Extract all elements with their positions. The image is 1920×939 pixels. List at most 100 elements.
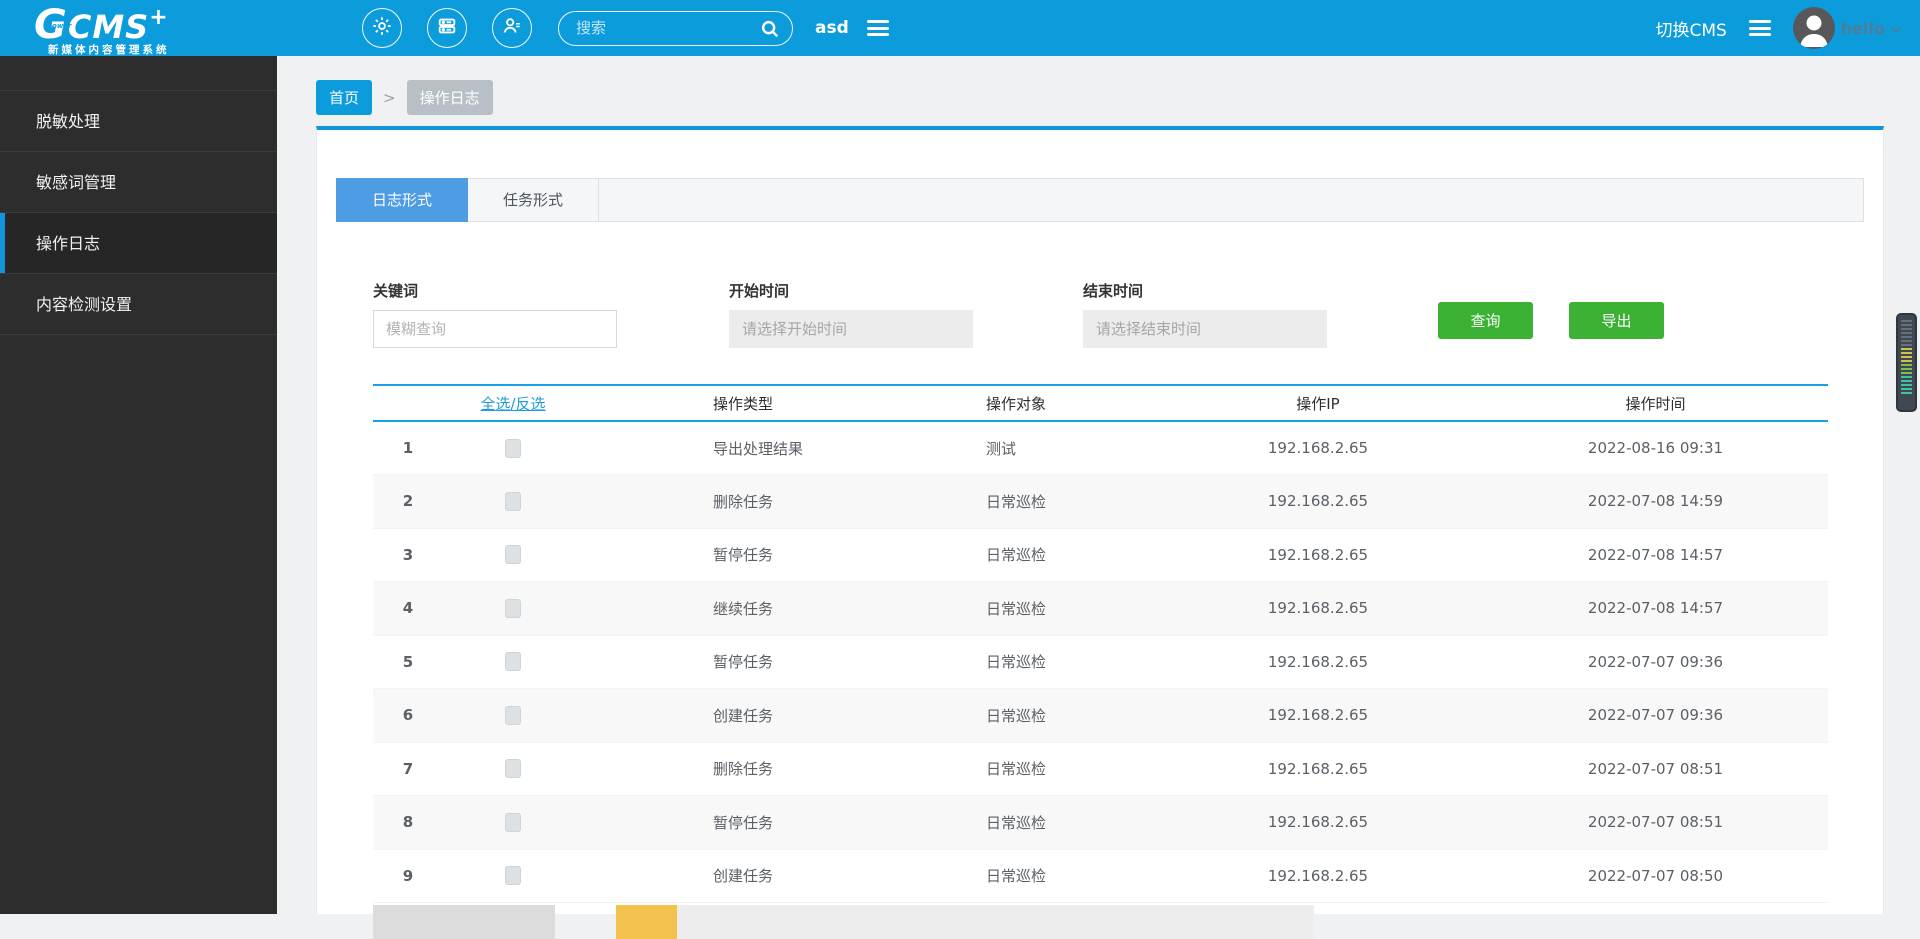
cell-operation-object: 测试: [863, 421, 1153, 475]
filter-end-time: 结束时间: [1083, 280, 1327, 348]
row-index: 1: [373, 421, 443, 475]
cell-operation-object: 日常巡检: [863, 582, 1153, 636]
cell-operation-type: 创建任务: [583, 689, 863, 743]
cell-operation-time: 2022-07-08 14:57: [1483, 528, 1828, 582]
table-row[interactable]: 5 暂停任务 日常巡检 192.168.2.65 2022-07-07 09:3…: [373, 635, 1828, 689]
chevron-down-icon: [1890, 19, 1902, 38]
pagination-current-page[interactable]: [616, 905, 677, 939]
search-input[interactable]: [559, 19, 792, 37]
cell-operation-ip: 192.168.2.65: [1153, 475, 1483, 529]
row-index: 5: [373, 635, 443, 689]
gear-icon: [371, 15, 393, 41]
cell-operation-time: 2022-07-07 08:51: [1483, 742, 1828, 796]
cell-operation-object: 日常巡检: [863, 796, 1153, 850]
header-menu-button[interactable]: [867, 20, 889, 36]
header-right: 切换CMS hello: [1655, 7, 1902, 49]
table-header-row: 全选/反选 操作类型 操作对象 操作IP 操作时间: [373, 385, 1828, 421]
tab-log-form[interactable]: 日志形式: [336, 178, 468, 222]
column-operation-object: 操作对象: [863, 385, 1153, 421]
cell-operation-ip: 192.168.2.65: [1153, 849, 1483, 903]
breadcrumb-separator: >: [383, 89, 396, 107]
user-menu[interactable]: hello: [1841, 19, 1902, 38]
row-checkbox[interactable]: [505, 599, 521, 618]
cell-operation-time: 2022-07-07 08:51: [1483, 796, 1828, 850]
table-row[interactable]: 9 创建任务 日常巡检 192.168.2.65 2022-07-07 08:5…: [373, 849, 1828, 903]
cell-operation-ip: 192.168.2.65: [1153, 742, 1483, 796]
cell-operation-time: 2022-07-07 09:36: [1483, 635, 1828, 689]
breadcrumb: 首页 > 操作日志: [316, 80, 493, 115]
log-table-body: 1 导出处理结果 测试 192.168.2.65 2022-08-16 09:3…: [373, 421, 1828, 903]
row-checkbox[interactable]: [505, 492, 521, 511]
sidebar-item-operation-log[interactable]: 操作日志: [0, 213, 277, 274]
pagination-pages[interactable]: [677, 905, 1314, 939]
column-operation-time: 操作时间: [1483, 385, 1828, 421]
cell-operation-type: 暂停任务: [583, 528, 863, 582]
query-button[interactable]: 查询: [1438, 302, 1533, 339]
cell-operation-type: 暂停任务: [583, 635, 863, 689]
keyword-input[interactable]: [373, 310, 617, 348]
keyword-label: 关键词: [373, 280, 617, 301]
cell-operation-type: 暂停任务: [583, 796, 863, 850]
user-menu-name: hello: [1841, 19, 1885, 38]
row-checkbox[interactable]: [505, 439, 521, 458]
row-index: 3: [373, 528, 443, 582]
table-row[interactable]: 8 暂停任务 日常巡检 192.168.2.65 2022-07-07 08:5…: [373, 796, 1828, 850]
tab-bar: 日志形式 任务形式: [336, 178, 1864, 222]
table-row[interactable]: 3 暂停任务 日常巡检 192.168.2.65 2022-07-08 14:5…: [373, 528, 1828, 582]
row-checkbox[interactable]: [505, 866, 521, 885]
table-row[interactable]: 4 继续任务 日常巡检 192.168.2.65 2022-07-08 14:5…: [373, 582, 1828, 636]
tab-task-form[interactable]: 任务形式: [468, 179, 599, 221]
table-row[interactable]: 6 创建任务 日常巡检 192.168.2.65 2022-07-07 09:3…: [373, 689, 1828, 743]
export-button[interactable]: 导出: [1569, 302, 1664, 339]
cell-operation-object: 日常巡检: [863, 742, 1153, 796]
user-avatar[interactable]: [1793, 7, 1835, 49]
switch-cms-button[interactable]: 切换CMS: [1655, 16, 1726, 41]
start-time-label: 开始时间: [729, 280, 973, 301]
select-all-link[interactable]: 全选/反选: [480, 395, 545, 413]
row-checkbox[interactable]: [505, 813, 521, 832]
end-time-input[interactable]: [1083, 310, 1327, 348]
header-quick-actions: [362, 8, 532, 48]
column-operation-ip: 操作IP: [1153, 385, 1483, 421]
scroll-indicator[interactable]: [1896, 313, 1917, 412]
cell-operation-type: 创建任务: [583, 849, 863, 903]
table-row[interactable]: 2 删除任务 日常巡检 192.168.2.65 2022-07-08 14:5…: [373, 475, 1828, 529]
header-search: [558, 11, 793, 46]
header-username: asd: [815, 18, 849, 38]
sidebar-item-desensitization[interactable]: 脱敏处理: [0, 91, 277, 152]
cell-operation-ip: 192.168.2.65: [1153, 796, 1483, 850]
server-stack-icon: [436, 15, 458, 41]
row-checkbox[interactable]: [505, 706, 521, 725]
column-operation-type: 操作类型: [583, 385, 863, 421]
modules-button[interactable]: [427, 8, 467, 48]
sidebar: 脱敏处理 敏感词管理 操作日志 内容检测设置: [0, 56, 277, 914]
cell-operation-time: 2022-07-07 08:50: [1483, 849, 1828, 903]
user-settings-icon: [501, 15, 523, 41]
cell-operation-ip: 192.168.2.65: [1153, 689, 1483, 743]
cell-operation-type: 继续任务: [583, 582, 863, 636]
scroll-indicator-band: [1901, 320, 1912, 348]
sidebar-item-sensitive-words[interactable]: 敏感词管理: [0, 152, 277, 213]
row-checkbox[interactable]: [505, 545, 521, 564]
user-management-button[interactable]: [492, 8, 532, 48]
cell-operation-time: 2022-08-16 09:31: [1483, 421, 1828, 475]
search-icon[interactable]: [759, 18, 781, 44]
table-row[interactable]: 7 删除任务 日常巡检 192.168.2.65 2022-07-07 08:5…: [373, 742, 1828, 796]
breadcrumb-current[interactable]: 操作日志: [407, 80, 493, 115]
nav-menu-button[interactable]: [1749, 20, 1771, 36]
cell-operation-object: 日常巡检: [863, 528, 1153, 582]
pagination-prev-button[interactable]: [373, 905, 555, 939]
row-index: 9: [373, 849, 443, 903]
start-time-input[interactable]: [729, 310, 973, 348]
row-checkbox[interactable]: [505, 759, 521, 778]
settings-button[interactable]: [362, 8, 402, 48]
logo-subtitle: 新媒体内容管理系统: [48, 42, 170, 57]
row-index: 6: [373, 689, 443, 743]
table-row[interactable]: 1 导出处理结果 测试 192.168.2.65 2022-08-16 09:3…: [373, 421, 1828, 475]
main-content: 首页 > 操作日志 日志形式 任务形式 关键词 开始时间 结束时间 查询 导出: [277, 56, 1920, 914]
breadcrumb-home[interactable]: 首页: [316, 80, 372, 115]
pagination-bar: [317, 905, 1883, 939]
row-checkbox[interactable]: [505, 652, 521, 671]
cell-operation-object: 日常巡检: [863, 475, 1153, 529]
sidebar-item-content-detection[interactable]: 内容检测设置: [0, 274, 277, 335]
